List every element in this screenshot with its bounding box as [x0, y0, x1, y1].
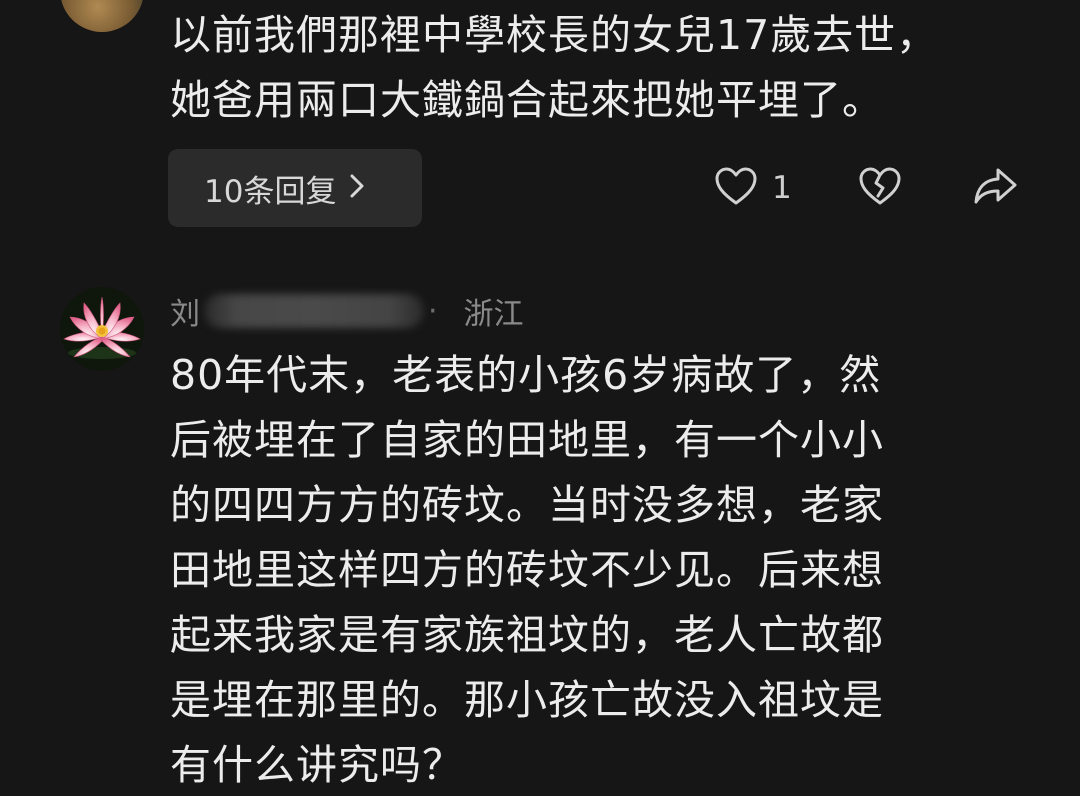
comment-line: 以前我們那裡中學校長的女兒17歲去世，	[170, 11, 939, 59]
comment-text: 80年代末，老表的小孩6岁病故了，然 后被埋在了自家的田地里，有一个小小 的四四…	[170, 343, 1000, 796]
dislike-button[interactable]	[858, 164, 902, 212]
share-arrow-icon	[972, 166, 1018, 210]
like-count: 1	[772, 170, 792, 206]
broken-heart-icon	[858, 166, 902, 210]
username[interactable]: 刘	[170, 289, 200, 333]
view-replies-button[interactable]: 10条回复	[168, 149, 422, 227]
comment-header: 刘 · 浙江	[170, 287, 524, 335]
chevron-right-icon	[350, 170, 364, 206]
separator-dot: ·	[428, 293, 438, 329]
lotus-flower-icon	[60, 287, 144, 371]
comment-line: 是埋在那里的。那小孩亡故没入祖坟是	[170, 676, 884, 724]
like-button[interactable]: 1	[714, 164, 792, 212]
comment-line: 的四四方方的砖坟。当时没多想，老家	[170, 481, 884, 529]
username-redacted	[204, 294, 424, 328]
heart-icon	[714, 166, 758, 210]
share-button[interactable]	[972, 164, 1018, 212]
location-label: 浙江	[463, 297, 524, 332]
replies-label: 10条回复	[204, 173, 337, 210]
comment-line: 起来我家是有家族祖坟的，老人亡故都	[170, 611, 884, 659]
comment-line: 她爸用兩口大鐵鍋合起來把她平埋了。	[170, 76, 884, 124]
comment-line: 后被埋在了自家的田地里，有一个小小	[170, 416, 884, 464]
comment-line: 80年代末，老表的小孩6岁病故了，然	[170, 351, 882, 399]
comment-text: 以前我們那裡中學校長的女兒17歲去世， 她爸用兩口大鐵鍋合起來把她平埋了。	[170, 3, 1000, 133]
comment-line: 有什么讲究吗？	[170, 741, 464, 789]
avatar[interactable]	[60, 287, 144, 371]
comment-line: 田地里这样四方的砖坟不少见。后来想	[170, 546, 884, 594]
avatar[interactable]	[60, 0, 144, 32]
